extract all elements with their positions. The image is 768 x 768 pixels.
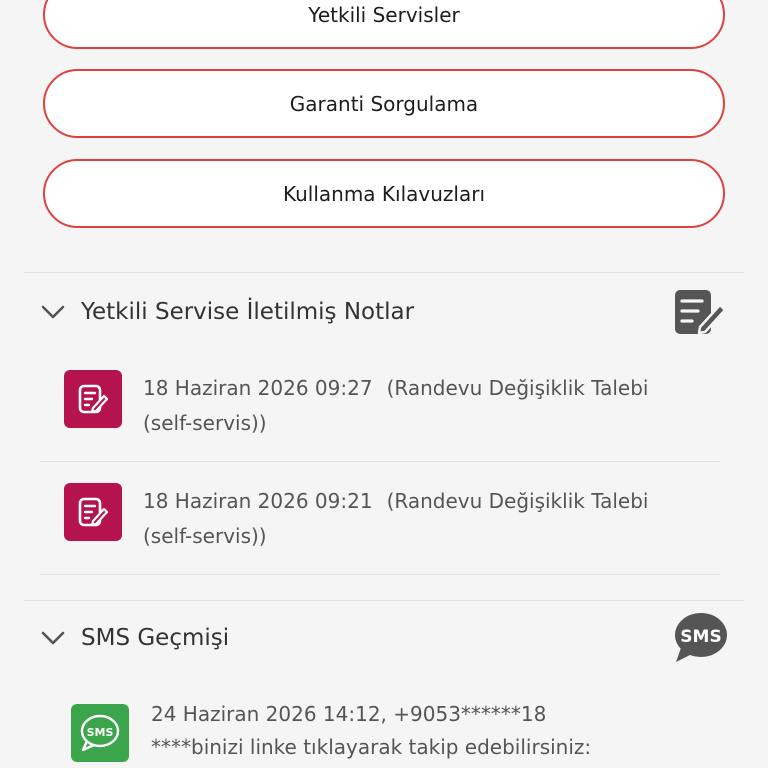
sms-section-header[interactable]: SMS Geçmişi SMS: [40, 613, 728, 663]
note-divider: [40, 461, 720, 462]
note-date: 18 Haziran 2026 09:21: [143, 489, 373, 513]
note-edit-icon: [64, 370, 122, 428]
note-date: 18 Haziran 2026 09:27: [143, 376, 373, 400]
sms-icon: SMS: [71, 704, 129, 762]
authorized-services-label: Yetkili Servisler: [308, 2, 460, 27]
sms-icon-label: SMS: [87, 726, 114, 739]
warranty-query-label: Garanti Sorgulama: [289, 91, 479, 116]
sms-bubble-label: SMS: [680, 627, 721, 647]
sms-section-title: SMS Geçmişi: [81, 625, 230, 651]
note-edit-icon: [672, 287, 728, 337]
note-list-item: 18 Haziran 2026 09:27 (Randevu Değişiklik…: [64, 370, 724, 441]
section-divider: [24, 600, 744, 601]
user-manuals-button[interactable]: Kullanma Kılavuzları: [43, 159, 725, 228]
note-list-item: 18 Haziran 2026 09:21 (Randevu Değişiklik…: [64, 483, 724, 554]
sms-header: 24 Haziran 2026 14:12, +9053******18: [151, 702, 547, 726]
page: Yetkili Servisler Garanti Sorgulama Kull…: [0, 0, 768, 768]
chevron-down-icon: [40, 299, 66, 325]
chevron-down-icon: [40, 625, 66, 651]
sms-bubble-icon: SMS: [672, 613, 728, 663]
note-text: 18 Haziran 2026 09:21 (Randevu Değişiklik…: [143, 484, 703, 554]
warranty-query-button[interactable]: Garanti Sorgulama: [43, 69, 725, 138]
sms-text: 24 Haziran 2026 14:12, +9053******18 ***…: [151, 698, 711, 764]
note-text: 18 Haziran 2026 09:27 (Randevu Değişiklik…: [143, 371, 703, 441]
sms-message: ****binizi linke tıklayarak takip edebil…: [151, 735, 592, 759]
section-divider: [24, 272, 744, 273]
authorized-services-button[interactable]: Yetkili Servisler: [43, 0, 725, 49]
notes-section-title: Yetkili Servise İletilmiş Notlar: [81, 299, 415, 325]
notes-section-header[interactable]: Yetkili Servise İletilmiş Notlar: [40, 287, 728, 337]
user-manuals-label: Kullanma Kılavuzları: [282, 181, 486, 206]
note-divider: [40, 574, 720, 575]
note-edit-icon: [64, 483, 122, 541]
sms-list-item: SMS 24 Haziran 2026 14:12, +9053******18…: [71, 702, 731, 764]
